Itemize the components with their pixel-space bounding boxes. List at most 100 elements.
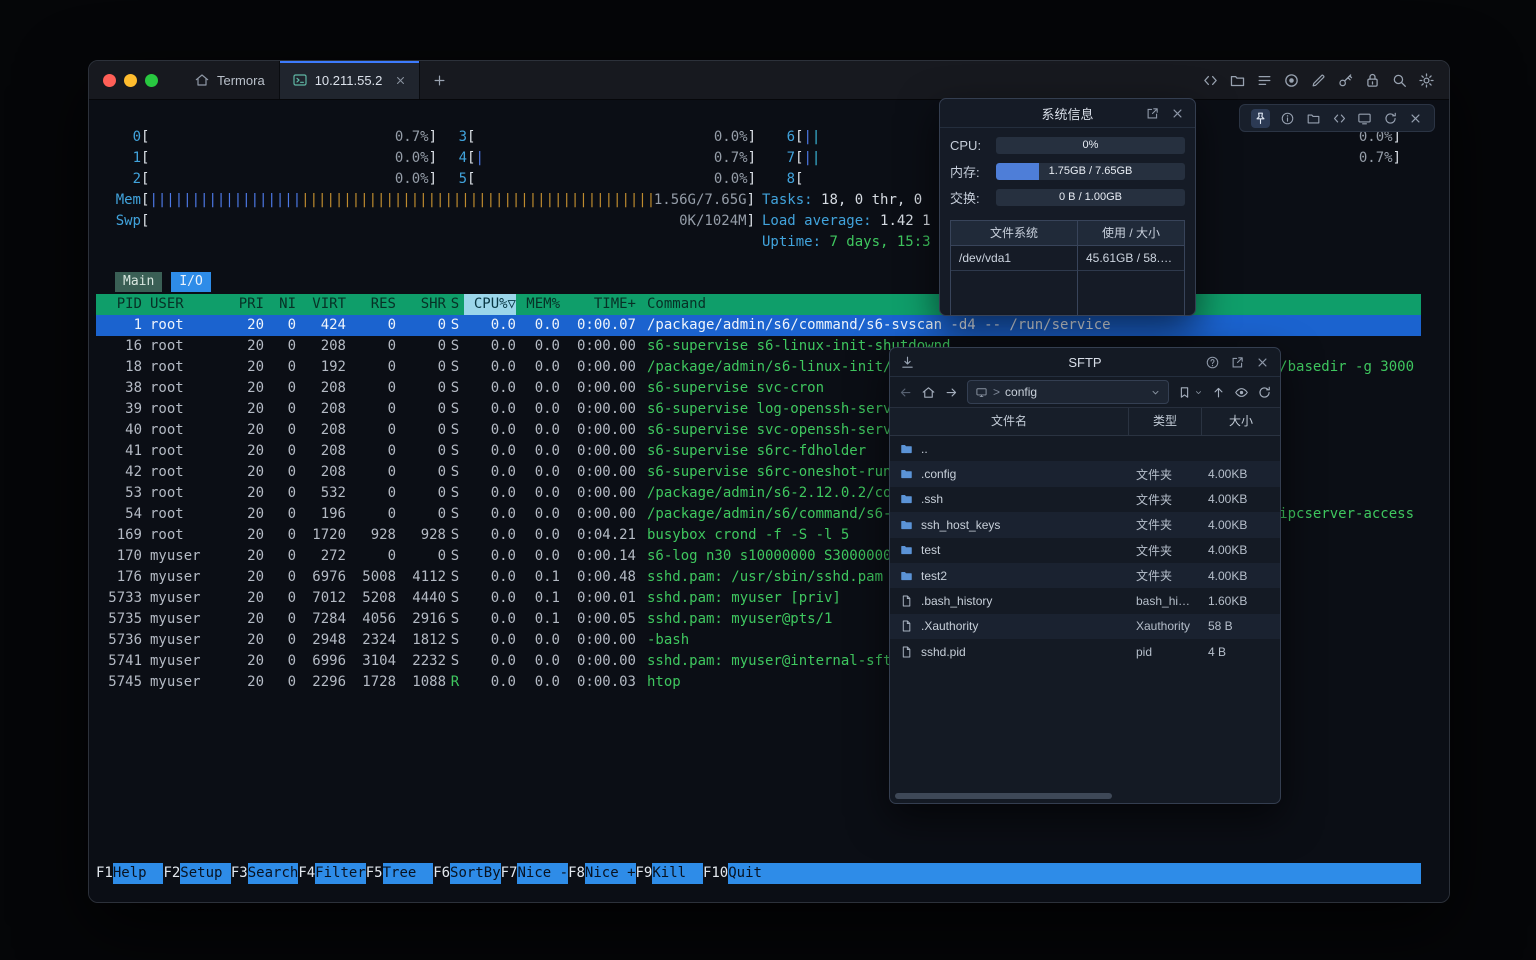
close-icon[interactable] [1170,106,1185,121]
pencil-icon[interactable] [1310,72,1327,89]
column-header-pid[interactable]: PID [96,294,142,315]
chevron-down-icon[interactable] [1150,387,1161,398]
fkey-f5[interactable]: F5Tree [366,863,433,884]
file-row[interactable]: test文件夹4.00KB [890,538,1280,563]
close-icon[interactable] [1408,111,1423,126]
info-icon[interactable] [1280,111,1295,126]
horizontal-scrollbar[interactable] [895,793,1112,799]
bookmark-control[interactable] [1177,385,1203,400]
refresh-icon[interactable] [1383,111,1398,126]
mem-cell: 0.0 [516,525,560,546]
code-icon[interactable] [1202,72,1219,89]
column-header-virt[interactable]: VIRT [296,294,346,315]
file-row[interactable]: .config文件夹4.00KB [890,461,1280,486]
open-in-new-icon[interactable] [1145,106,1160,121]
code-icon[interactable] [1332,111,1347,126]
path-bar[interactable]: > config [967,380,1169,404]
titlebar-actions [1202,61,1449,99]
file-row[interactable]: ssh_host_keys文件夹4.00KB [890,512,1280,537]
open-in-new-icon[interactable] [1230,355,1245,370]
virt-cell: 208 [296,441,346,462]
fkey-f2[interactable]: F2Setup [163,863,230,884]
fkey-f1[interactable]: F1Help [96,863,163,884]
mem-cell: 0.0 [516,672,560,693]
record-icon[interactable] [1283,72,1300,89]
refresh-icon[interactable] [1257,385,1272,400]
tab-label: Termora [217,73,265,88]
file-name-cell: test [890,543,1130,557]
user-cell: root [150,378,232,399]
ni-cell: 0 [264,399,296,420]
virt-cell: 2948 [296,630,346,651]
transfers-icon[interactable] [900,355,915,370]
sftp-column-header[interactable]: 大小 [1202,408,1280,435]
pid-cell: 38 [96,378,142,399]
close-icon[interactable] [1255,355,1270,370]
column-header-ni[interactable]: NI [264,294,296,315]
file-name: sshd.pid [921,645,966,659]
column-header-pri[interactable]: PRI [232,294,264,315]
tab-session[interactable]: 10.211.55.2 [279,61,421,99]
pin-icon[interactable] [1251,109,1270,128]
folder-icon[interactable] [1306,111,1321,126]
close-window-button[interactable] [103,74,116,87]
key-icon[interactable] [1337,72,1354,89]
mem-cell: 0.0 [516,441,560,462]
file-icon [899,619,914,633]
sftp-column-header[interactable]: 类型 [1129,408,1202,435]
fkey-f4[interactable]: F4Filter [298,863,365,884]
window-controls [89,61,164,99]
ni-cell: 0 [264,525,296,546]
file-name: .ssh [921,492,943,506]
time-cell: 0:00.00 [560,336,636,357]
fkey-f7[interactable]: F7Nice - [501,863,568,884]
list-icon[interactable] [1256,72,1273,89]
column-header-user[interactable]: USER [150,294,232,315]
column-header-cpu[interactable]: CPU%▽ [464,294,516,315]
time-cell: 0:00.00 [560,462,636,483]
fkey-f9[interactable]: F9Kill [636,863,703,884]
file-row[interactable]: sshd.pidpid4 B [890,639,1280,664]
shr-cell: 4440 [396,588,446,609]
close-tab-icon[interactable] [394,74,407,87]
lock-icon[interactable] [1364,72,1381,89]
file-row[interactable]: .XauthorityXauthority58 B [890,614,1280,639]
user-cell: myuser [150,546,232,567]
time-cell: 0:00.00 [560,420,636,441]
column-header-mem[interactable]: MEM% [516,294,560,315]
new-tab-button[interactable] [420,61,459,99]
up-arrow-icon[interactable] [1211,385,1226,400]
screen-tab-main[interactable]: Main [115,272,162,292]
column-header-shr[interactable]: SHR [396,294,446,315]
file-row[interactable]: test2文件夹4.00KB [890,563,1280,588]
res-cell: 0 [346,315,396,336]
eye-icon[interactable] [1234,385,1249,400]
sftp-column-header[interactable]: 文件名 [890,408,1129,435]
fkey-f8[interactable]: F8Nice + [568,863,635,884]
home-icon[interactable] [921,385,936,400]
file-size-cell: 4.00KB [1202,518,1280,532]
virt-cell: 6976 [296,567,346,588]
fkey-f6[interactable]: F6SortBy [433,863,500,884]
column-header-s[interactable]: S [446,294,464,315]
help-icon[interactable] [1205,355,1220,370]
gear-icon[interactable] [1418,72,1435,89]
folder-icon[interactable] [1229,72,1246,89]
forward-icon[interactable] [944,385,959,400]
column-header-time[interactable]: TIME+ [560,294,636,315]
screen-tab-i-o[interactable]: I/O [171,272,210,292]
back-icon[interactable] [898,385,913,400]
search-icon[interactable] [1391,72,1408,89]
file-row[interactable]: .ssh文件夹4.00KB [890,487,1280,512]
fkey-f10[interactable]: F10Quit [703,863,779,884]
fkey-f3[interactable]: F3Search [231,863,298,884]
file-row[interactable]: .bash_historybash_history1.60KB [890,588,1280,613]
tab-home[interactable]: Termora [180,61,279,99]
cpu-meter-4: 4[|0.7%] [441,148,756,169]
minimize-window-button[interactable] [124,74,137,87]
zoom-window-button[interactable] [145,74,158,87]
file-row[interactable]: .. [890,436,1280,461]
column-header-res[interactable]: RES [346,294,396,315]
cast-icon[interactable] [1357,111,1372,126]
process-row[interactable]: 1root20042400S0.00.00:00.07/package/admi… [96,315,1421,336]
